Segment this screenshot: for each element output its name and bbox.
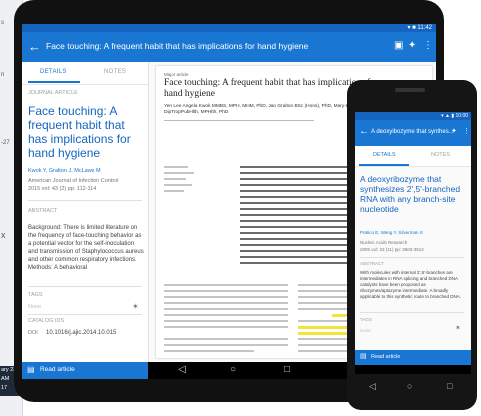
tag-icon[interactable]: ✶ [132,302,139,311]
abstract-label: ABSTRACT [28,208,58,214]
tab-indicator [359,164,409,166]
pdf-text-line [164,166,188,168]
back-nav-icon[interactable]: ◁ [369,381,376,392]
pdf-text-line [164,190,184,192]
tab-notes[interactable]: NOTES [431,152,450,158]
open-in-browser-icon[interactable]: ▣ [394,40,403,52]
home-nav-icon[interactable]: ○ [407,381,412,391]
tab-bar: DETAILS NOTES [22,62,148,85]
catalog-ids-label: CATALOG IDS [28,318,65,324]
pdf-text-line [164,178,186,180]
recents-nav-icon[interactable]: □ [284,364,290,376]
strip-label: -27 [1,140,10,146]
share-icon[interactable]: ✦ [451,127,457,135]
divider [28,200,142,201]
doi-value[interactable]: 10.1016/j.ajic.2014.10.015 [46,330,116,336]
tags-label: TAGS [28,292,43,298]
close-icon[interactable]: x [1,230,6,240]
pdf-text-line [164,320,288,322]
recents-nav-icon[interactable]: □ [447,381,452,391]
phone-abstract-text: With molecules with internal 2',5'-branc… [360,270,462,299]
phone-tags-label: TAGS [360,317,372,322]
pdf-text-line [164,284,288,286]
more-vert-icon[interactable]: ⋮ [463,127,470,135]
pdf-text-line [164,344,288,346]
phone-speaker [395,88,425,92]
phone-article-volume: 2005 vol: 33 (11) pp: 3503-3512 [360,247,424,252]
pdf-text-line [164,326,288,328]
pdf-highlight[interactable] [332,314,346,317]
phone-read-article-bar[interactable]: ▤ Read article [355,350,471,365]
details-panel: DETAILS NOTES JOURNAL ARTICLE Face touch… [22,62,149,362]
pdf-text-line [164,314,288,316]
doi-label: DOI [28,330,38,336]
pdf-text-line [164,172,194,174]
tag-icon[interactable]: ✶ [455,324,461,332]
share-icon[interactable]: ✦ [408,40,416,52]
tab-notes[interactable]: NOTES [104,69,126,75]
abstract-text: Background: There is limited literature … [28,225,144,271]
phone-app-bar: ← A deoxyibozyme that synthes... ✦ ⋮ [355,120,471,146]
divider [360,312,464,313]
pdf-text-line [164,296,288,298]
article-journal: American Journal of Infection Control [28,178,119,184]
phone-tab-bar: DETAILS NOTES [355,146,471,167]
phone-app-bar-title: A deoxyibozyme that synthes... [371,129,454,135]
tab-details[interactable]: DETAILS [40,69,67,75]
arrow-left-icon[interactable]: ← [28,39,41,55]
book-icon: ▤ [27,365,35,374]
article-volume: 2015 vol: 43 (2) pp: 112-114 [28,186,97,192]
phone-nav-strip [355,365,471,374]
phone-read-article-button[interactable]: Read article [371,354,400,360]
pdf-text-line [164,308,288,310]
tablet-status-bar: ▾ ■ 11:42 [22,24,436,32]
phone-status-bar: ▾ ▲ ▮ 10:00 [355,112,471,120]
divider [360,257,464,258]
phone-tags-value[interactable]: None [360,328,466,334]
pdf-text-line [164,184,192,186]
phone-nav-bar: ◁ ○ □ [355,378,471,398]
pdf-text-line [164,302,288,304]
pdf-text-line [164,350,254,352]
home-nav-icon[interactable]: ○ [230,364,236,376]
read-article-button[interactable]: Read article [40,366,75,373]
pdf-text-line [240,262,360,264]
back-nav-icon[interactable]: ◁ [178,364,186,376]
app-bar-title: Face touching: A frequent habit that has… [46,41,309,51]
phone-article-journal: Nucleic Acids Research [360,240,408,245]
phone-screen: ▾ ▲ ▮ 10:00 ← A deoxyibozyme that synthe… [355,112,471,374]
tab-indicator [28,81,80,83]
book-icon: ▤ [360,353,367,360]
section-label: JOURNAL ARTICLE [28,90,78,96]
tablet-app-bar: ← Face touching: A frequent habit that h… [22,32,436,62]
tab-details[interactable]: DETAILS [373,152,396,158]
phone-abstract-label: ABSTRACT [360,261,385,266]
pdf-article-type: Major article [164,72,189,77]
divider [28,286,142,287]
more-vert-icon[interactable]: ⋮ [423,40,433,52]
pdf-rule [164,120,314,121]
article-title: Face touching: A frequent habit that has… [28,104,131,160]
phone-article-authors[interactable]: Pratico E, Wang Y, Silverman S [360,230,466,236]
phone-article-title: A deoxyribozyme that synthesizes 2',5'-b… [360,174,461,214]
divider [28,314,142,315]
pdf-text-line [164,338,288,340]
pdf-text-line [164,290,288,292]
strip-label: n [1,72,5,78]
strip-label: s [1,20,4,26]
arrow-left-icon[interactable]: ← [359,126,369,138]
tags-value[interactable]: None [28,304,41,310]
read-article-bar[interactable]: ▤ Read article [22,362,148,379]
article-authors[interactable]: Kwok Y, Gralton J, McLaws M [28,168,144,175]
